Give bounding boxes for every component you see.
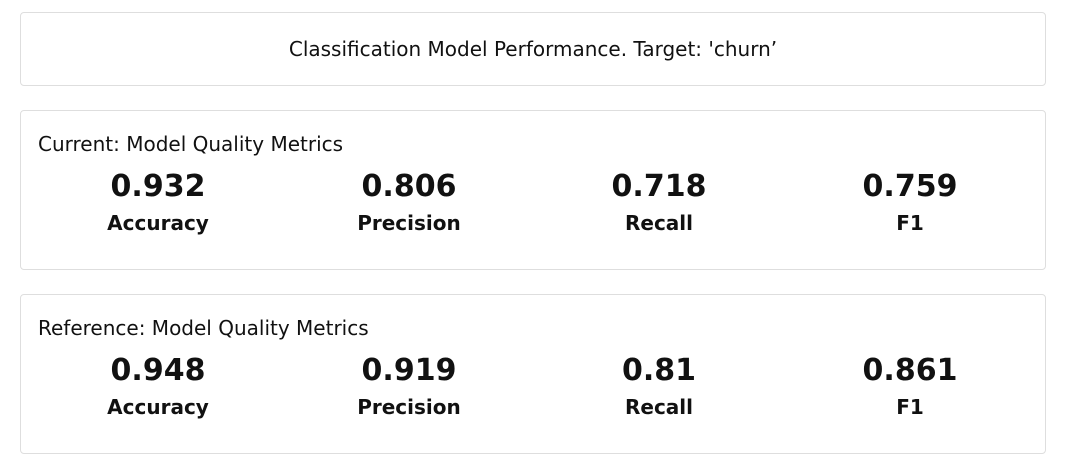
page-title: Classification Model Performance. Target… (288, 37, 778, 61)
current-metrics-heading: Current: Model Quality Metrics (38, 132, 344, 156)
metric-value: 0.81 (621, 353, 697, 388)
metric-value: 0.861 (862, 353, 958, 388)
metric-value: 0.718 (611, 169, 707, 204)
metric-label: F1 (896, 395, 924, 419)
reference-precision-metric: 0.919 Precision (299, 353, 519, 419)
reference-f1-metric: 0.861 F1 (800, 353, 1020, 419)
metric-value: 0.948 (110, 353, 206, 388)
current-f1-metric: 0.759 F1 (800, 169, 1020, 235)
metric-label: Recall (624, 211, 694, 235)
current-accuracy-metric: 0.932 Accuracy (48, 169, 268, 235)
current-precision-metric: 0.806 Precision (299, 169, 519, 235)
reference-recall-metric: 0.81 Recall (549, 353, 769, 419)
metric-label: Recall (624, 395, 694, 419)
metric-value: 0.919 (361, 353, 457, 388)
current-metrics-card: Current: Model Quality Metrics 0.932 Acc… (20, 110, 1046, 270)
reference-accuracy-metric: 0.948 Accuracy (48, 353, 268, 419)
title-card: Classification Model Performance. Target… (20, 12, 1046, 86)
current-recall-metric: 0.718 Recall (549, 169, 769, 235)
metric-value: 0.759 (862, 169, 958, 204)
metric-label: F1 (896, 211, 924, 235)
metric-value: 0.806 (361, 169, 457, 204)
metric-label: Precision (357, 395, 461, 419)
metric-label: Precision (357, 211, 461, 235)
reference-metrics-heading: Reference: Model Quality Metrics (38, 316, 369, 340)
reference-metrics-card: Reference: Model Quality Metrics 0.948 A… (20, 294, 1046, 454)
metric-label: Accuracy (107, 211, 209, 235)
metric-label: Accuracy (107, 395, 209, 419)
metric-value: 0.932 (110, 169, 206, 204)
